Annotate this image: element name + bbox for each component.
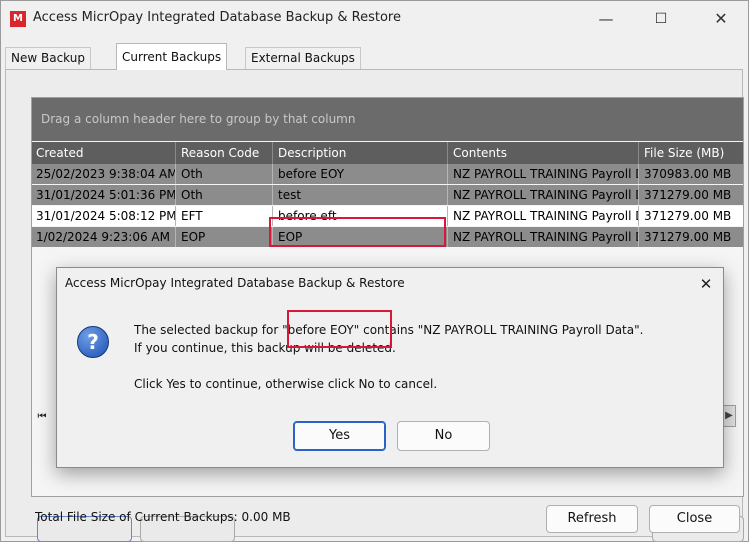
scroll-right-icon[interactable]: ▶ [722, 405, 736, 427]
tab-current-backups[interactable]: Current Backups [116, 43, 228, 70]
highlight-box-backup-name [287, 310, 392, 348]
table-row[interactable]: 25/02/2023 9:38:04 AM Oth before EOY NZ … [32, 164, 743, 184]
cell-file-size: 370983.00 MB [644, 167, 732, 181]
table-row[interactable]: 31/01/2024 5:01:36 PM Oth test NZ PAYROL… [32, 185, 743, 205]
cell-reason-code: EFT [177, 206, 273, 226]
cell-description: before EOY [274, 164, 448, 184]
question-icon: ? [77, 326, 109, 358]
cell-contents: NZ PAYROLL TRAINING Payroll Data [449, 185, 639, 205]
tab-new-backup[interactable]: New Backup [5, 47, 91, 69]
yes-button[interactable]: Yes [293, 421, 386, 451]
cell-created: 1/02/2024 9:23:06 AM [32, 227, 176, 247]
tab-external-backups[interactable]: External Backups [245, 47, 361, 69]
column-header-description[interactable]: Description [274, 142, 448, 164]
cell-contents: NZ PAYROLL TRAINING Payroll Data [449, 164, 639, 184]
window-title: Access MicrOpay Integrated Database Back… [33, 10, 401, 25]
cell-created: 31/01/2024 5:01:36 PM [32, 185, 176, 205]
title-bar: M Access MicrOpay Integrated Database Ba… [1, 1, 748, 37]
main-window: M Access MicrOpay Integrated Database Ba… [0, 0, 749, 542]
cell-created: 31/01/2024 5:08:12 PM [32, 206, 176, 226]
dialog-close-icon[interactable]: ✕ [693, 272, 719, 296]
cell-reason-code: Oth [177, 185, 273, 205]
dialog-message-line-3: Click Yes to continue, otherwise click N… [134, 377, 438, 391]
dialog-title: Access MicrOpay Integrated Database Back… [65, 276, 405, 290]
highlight-box-selected-description [269, 217, 446, 247]
cell-created: 25/02/2023 9:38:04 AM [32, 164, 176, 184]
total-file-size-label: Total File Size of Current Backups: 0.00… [35, 510, 291, 524]
cell-description: test [274, 185, 448, 205]
window-close-button[interactable]: ✕ [701, 5, 741, 33]
grid-header-row: Created Reason Code Description Contents… [32, 142, 743, 164]
column-header-created[interactable]: Created [32, 142, 176, 164]
cell-file-size: 371279.00 MB [644, 188, 732, 202]
cell-file-size: 371279.00 MB [644, 230, 732, 244]
column-header-contents[interactable]: Contents [449, 142, 639, 164]
group-by-area[interactable]: Drag a column header here to group by th… [32, 98, 743, 141]
cell-reason-code: Oth [177, 164, 273, 184]
column-header-reason-code[interactable]: Reason Code [177, 142, 273, 164]
no-button[interactable]: No [397, 421, 490, 451]
column-header-file-size[interactable]: File Size (MB) [640, 142, 743, 164]
maximize-button[interactable]: ☐ [641, 5, 681, 33]
app-logo-icon: M [10, 11, 26, 27]
cell-reason-code: EOP [177, 227, 273, 247]
cell-contents: NZ PAYROLL TRAINING Payroll Data [449, 227, 639, 247]
refresh-button[interactable]: Refresh [546, 505, 638, 533]
minimize-button[interactable]: — [586, 5, 626, 33]
scroll-first-icon[interactable]: ⏮ [34, 409, 50, 425]
confirm-delete-dialog: Access MicrOpay Integrated Database Back… [56, 267, 724, 468]
cell-contents: NZ PAYROLL TRAINING Payroll Data [449, 206, 639, 226]
cell-file-size: 371279.00 MB [644, 209, 732, 223]
close-button[interactable]: Close [649, 505, 740, 533]
